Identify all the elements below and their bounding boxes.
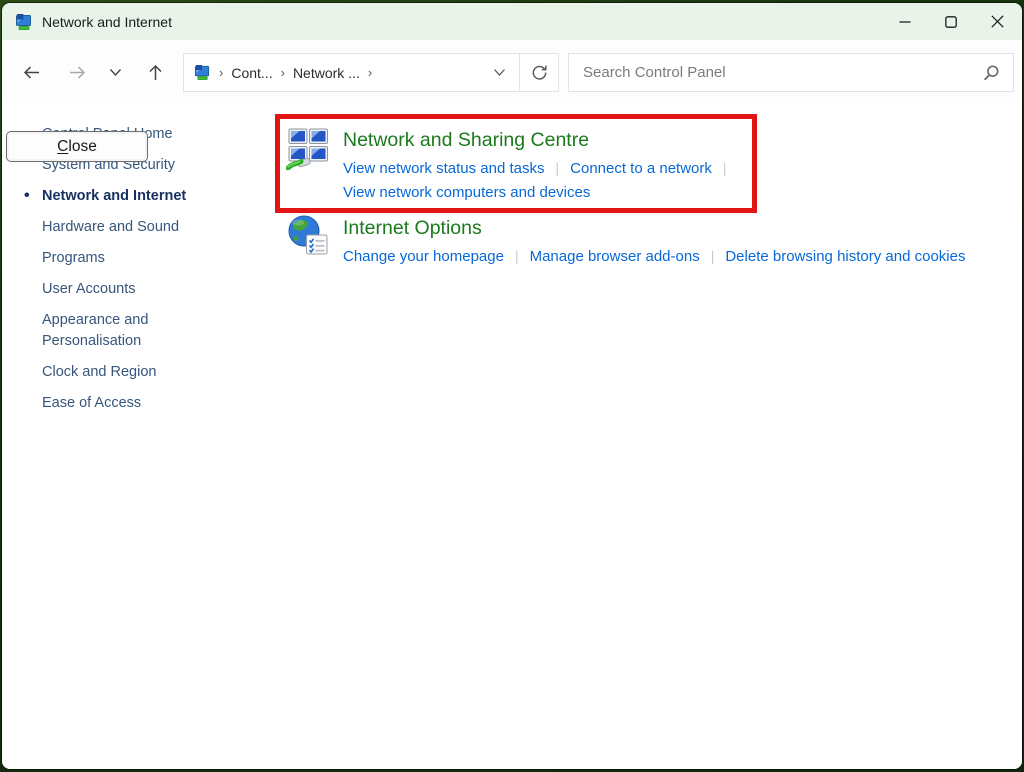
address-dropdown-chevron-icon[interactable]: [493, 68, 506, 77]
sidebar-item-clock-and-region[interactable]: Clock and Region: [42, 362, 214, 383]
up-arrow-icon[interactable]: [146, 63, 165, 82]
link-view-network-computers[interactable]: View network computers and devices: [343, 184, 590, 201]
search-box: [568, 53, 1014, 92]
link-view-network-status[interactable]: View network status and tasks: [343, 160, 545, 177]
window-controls: [882, 3, 1020, 40]
maximize-icon: [945, 16, 957, 28]
breadcrumb-separator: ›: [219, 65, 223, 80]
forward-arrow-icon[interactable]: [68, 63, 87, 82]
link-manage-addons[interactable]: Manage browser add-ons: [530, 248, 700, 265]
sidebar-item-programs[interactable]: Programs: [42, 248, 214, 269]
sidebar: Control Panel Home System and Security N…: [42, 124, 214, 424]
breadcrumb-item-network[interactable]: Network ...: [293, 65, 360, 81]
breadcrumb: › Cont... › Network ... ›: [183, 53, 520, 92]
control-panel-window: Network and Internet: [2, 3, 1022, 769]
link-change-homepage[interactable]: Change your homepage: [343, 248, 504, 265]
refresh-icon: [531, 64, 548, 81]
back-arrow-icon[interactable]: [22, 63, 41, 82]
internet-options-title[interactable]: Internet Options: [343, 215, 965, 241]
network-window-icon: [15, 13, 33, 31]
link-separator: [545, 160, 571, 177]
link-delete-history[interactable]: Delete browsing history and cookies: [725, 248, 965, 265]
close-icon: [991, 15, 1004, 28]
sidebar-item-ease-of-access[interactable]: Ease of Access: [42, 393, 214, 414]
breadcrumb-item-control-panel[interactable]: Cont...: [231, 65, 272, 81]
link-row: View network status and tasks Connect to …: [343, 156, 738, 181]
sidebar-item-hardware-and-sound[interactable]: Hardware and Sound: [42, 217, 214, 238]
sidebar-item-user-accounts[interactable]: User Accounts: [42, 279, 214, 300]
section-internet-options: Internet Options Change your homepage Man…: [286, 214, 965, 269]
search-input[interactable]: [569, 54, 982, 91]
recent-pages-chevron-icon[interactable]: [109, 68, 122, 77]
window-title: Network and Internet: [42, 14, 172, 30]
breadcrumb-separator: ›: [281, 65, 285, 80]
minimize-button[interactable]: [882, 3, 928, 40]
sidebar-item-network-and-internet[interactable]: Network and Internet: [42, 186, 214, 207]
section-text-column: Network and Sharing Centre View network …: [343, 126, 738, 205]
internet-options-icon: [286, 214, 330, 258]
close-menu-label: Close: [57, 138, 97, 156]
minimize-icon: [899, 16, 911, 28]
close-button[interactable]: [974, 3, 1020, 40]
network-sharing-centre-icon: [286, 126, 330, 170]
link-row: View network computers and devices: [343, 181, 738, 205]
refresh-button[interactable]: [519, 53, 559, 92]
content-area: Control Panel Home System and Security N…: [2, 102, 1022, 769]
close-context-menu-item[interactable]: Close: [6, 131, 148, 162]
titlebar: Network and Internet: [2, 3, 1022, 40]
section-network-and-sharing-centre: Network and Sharing Centre View network …: [286, 126, 738, 205]
maximize-button[interactable]: [928, 3, 974, 40]
section-text-column: Internet Options Change your homepage Man…: [343, 214, 965, 269]
sidebar-item-appearance-and-personalisation[interactable]: Appearance and Personalisation: [42, 310, 174, 352]
search-icon[interactable]: [982, 64, 1000, 82]
network-sharing-centre-title[interactable]: Network and Sharing Centre: [343, 127, 738, 153]
link-row: Change your homepage Manage browser add-o…: [343, 244, 965, 269]
link-separator: [700, 248, 726, 265]
breadcrumb-separator: ›: [368, 65, 372, 80]
link-separator: [504, 248, 530, 265]
link-connect-to-network[interactable]: Connect to a network: [570, 160, 712, 177]
breadcrumb-location-icon: [194, 64, 211, 81]
link-separator: [712, 160, 738, 177]
navigation-toolbar: › Cont... › Network ... ›: [2, 40, 1022, 102]
